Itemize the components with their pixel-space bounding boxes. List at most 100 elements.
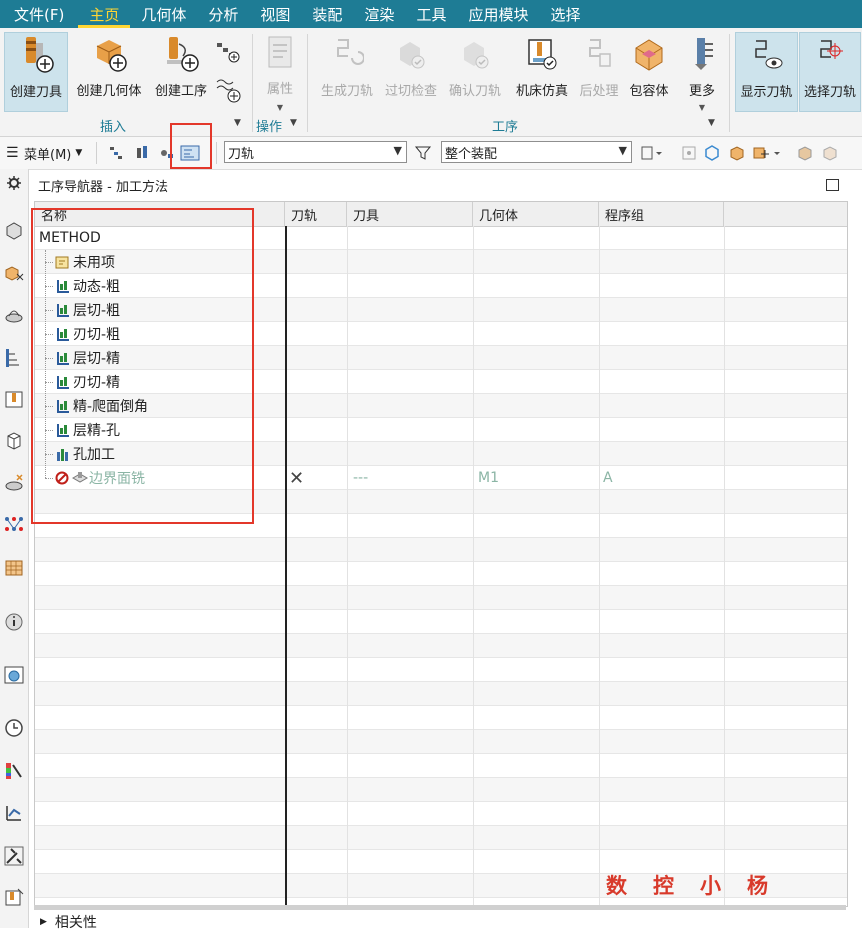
assembly-navigator-icon[interactable] [2,261,26,285]
more-label: 更多 [688,84,715,99]
column-header-program-group[interactable]: 程序组 [599,202,724,226]
hexagon-icon[interactable] [703,137,721,169]
menu-button[interactable]: 菜单(M) ▼ [24,137,82,169]
navigator-title: 工序导航器 - 加工方法 [38,180,168,195]
column-header-tool[interactable]: 刀具 [347,202,473,226]
gouge-check-label: 过切检查 [384,84,437,99]
menu-tab-geometry[interactable]: 几何体 [130,0,197,28]
more-button[interactable]: 更多 ▼ [678,32,726,112]
select-toolpath-label: 选择刀轨 [803,85,856,100]
solid-body-icon[interactable] [728,137,746,169]
menu-tab-select[interactable]: 选择 [539,0,591,28]
menu-tab-analysis[interactable]: 分析 [197,0,249,28]
history-icon[interactable] [2,716,26,740]
postprocess-icon [582,32,616,76]
containment-button[interactable]: 包容体 [624,32,674,112]
table-row-background [35,562,847,586]
menu-hamburger-icon[interactable]: ☰ [6,137,19,169]
menu-tab-file[interactable]: 文件(F) [0,0,78,28]
tools-icon[interactable] [2,844,26,868]
chevron-down-icon: ▼ [618,144,627,157]
column-header-toolpath[interactable]: 刀轨 [285,202,347,226]
operation-group-dropdown-icon[interactable]: ▼ [290,118,297,128]
type-filter-select[interactable]: 刀轨 ▼ [224,141,407,163]
gouge-check-button[interactable]: 过切检查 [380,32,442,112]
table-row-background [35,730,847,754]
insert-group-dropdown-icon[interactable]: ▼ [234,118,241,128]
highlight-box-method-view [170,123,212,169]
group-divider [729,34,730,132]
create-program-icon[interactable] [215,40,241,64]
create-geometry-label: 创建几何体 [76,84,142,99]
table-row-background [35,754,847,778]
verify-toolpath-button[interactable]: 确认刀轨 [444,32,506,112]
related-panel-toggle[interactable]: ▶ 相关性 [40,912,97,932]
visualization-icon[interactable] [2,759,26,783]
menu-tab-render[interactable]: 渲染 [353,0,405,28]
create-tool-button[interactable]: 创建刀具 [4,32,68,112]
group-divider [307,34,308,132]
properties-dropdown-icon[interactable]: ▼ [277,103,283,112]
more-dropdown-icon[interactable]: ▼ [699,103,705,112]
box-icon[interactable] [796,137,814,169]
hd3d-tools-icon[interactable] [2,471,26,495]
process-group-dropdown-icon[interactable]: ▼ [708,118,715,128]
create-operation-label: 创建工序 [154,84,207,99]
create-operation-icon [161,32,201,76]
tool-cell: --- [353,470,369,486]
menu-tab-assembly[interactable]: 装配 [301,0,353,28]
create-tool-icon [16,33,56,77]
menu-tab-view[interactable]: 视图 [249,0,301,28]
create-geometry-icon [89,32,129,76]
machine-simulation-icon [525,32,559,76]
part-navigator-icon[interactable] [2,219,26,243]
horizontal-scrollbar[interactable] [34,905,846,910]
machine-tool-navigator-icon[interactable] [2,387,26,411]
menu-bar: 文件(F) 主页 几何体 分析 视图 装配 渲染 工具 应用模块 选择 [0,0,862,28]
column-header-geometry[interactable]: 几何体 [473,202,599,226]
box-outline-icon[interactable] [821,137,839,169]
create-method-icon[interactable] [215,76,241,104]
process-navigator-icon[interactable] [2,512,26,536]
machine-simulation-button[interactable]: 机床仿真 [510,32,574,112]
filter-icon[interactable] [414,137,432,169]
snap-point-icon[interactable] [680,137,698,169]
postprocess-button[interactable]: 后处理 [576,32,622,112]
program-order-view-icon[interactable] [108,137,126,169]
menu-tab-home[interactable]: 主页 [78,0,131,28]
create-geometry-button[interactable]: 创建几何体 [72,32,146,112]
create-operation-button[interactable]: 创建工序 [150,32,212,112]
gouge-check-icon [394,32,428,76]
select-toolpath-button[interactable]: 选择刀轨 [799,32,861,112]
table-row-background [35,658,847,682]
ribbon: 创建刀具 创建几何体 创建工序 插入 ▼ 属性 ▼ 操作 ▼ 生成刀轨 过切检查… [0,28,862,137]
chevron-down-icon: ▼ [75,148,83,158]
generate-toolpath-button[interactable]: 生成刀轨 [316,32,378,112]
operation-navigator-icon[interactable] [2,346,26,370]
highlight-box-method-tree [31,208,254,524]
scope-select[interactable]: 整个装配 ▼ [441,141,632,163]
analysis-icon[interactable] [2,801,26,825]
verify-toolpath-icon [458,32,492,76]
info-icon[interactable] [2,610,26,634]
machine-tool-view-icon[interactable] [134,137,152,169]
display-toolpath-button[interactable]: 显示刀轨 [735,32,798,112]
table-row-background [35,634,847,658]
constraint-navigator-icon[interactable] [2,303,26,327]
machining-tools-icon[interactable] [2,885,26,909]
menu-tab-application[interactable]: 应用模块 [457,0,539,28]
reuse-library-icon[interactable] [2,429,26,453]
properties-icon [263,32,297,74]
web-browser-icon[interactable] [2,663,26,687]
menu-tab-tools[interactable]: 工具 [405,0,457,28]
secondary-toolbar: ☰ 菜单(M) ▼ 刀轨 ▼ 整个装配 ▼ [0,123,862,170]
select-filter-icon[interactable] [640,137,662,169]
maximize-icon[interactable] [826,179,839,191]
properties-button[interactable]: 属性 ▼ [258,32,302,112]
palette-icon[interactable] [2,556,26,580]
table-row-background [35,586,847,610]
table-row-background [35,610,847,634]
component-select-icon[interactable] [752,137,782,169]
create-tool-label: 创建刀具 [9,85,62,100]
gear-icon[interactable] [2,171,26,195]
